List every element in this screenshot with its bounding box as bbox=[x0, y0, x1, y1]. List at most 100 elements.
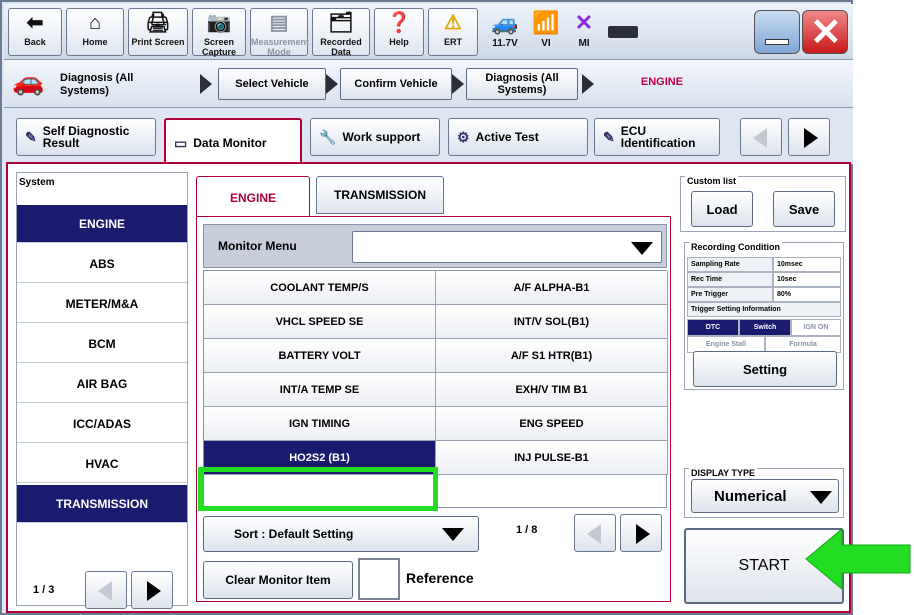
trigger-setting-title: Trigger Setting Information bbox=[687, 302, 841, 317]
item-next-button[interactable] bbox=[620, 514, 662, 552]
breadcrumb-confirm-vehicle[interactable]: Confirm Vehicle bbox=[340, 68, 452, 100]
save-button[interactable]: Save bbox=[773, 191, 835, 227]
work-support-icon: 🔧 bbox=[319, 129, 337, 145]
display-type-group: DISPLAY TYPE Numerical bbox=[684, 468, 844, 518]
mi-status: ✕ MI bbox=[566, 8, 602, 49]
chevron-right-icon bbox=[326, 74, 338, 94]
display-type-dropdown[interactable]: Numerical bbox=[691, 479, 839, 513]
vi-status: 📶 VI bbox=[528, 8, 564, 49]
diagnostic-icon: ✎ bbox=[25, 129, 37, 145]
subtab-transmission[interactable]: TRANSMISSION bbox=[316, 176, 444, 214]
custom-list-title: Custom list bbox=[685, 176, 739, 186]
monitor-item-inta-temp[interactable]: INT/A TEMP SE bbox=[204, 373, 436, 407]
tab-next-button[interactable] bbox=[788, 118, 830, 156]
system-item-engine[interactable]: ENGINE bbox=[17, 205, 187, 243]
sort-dropdown[interactable]: Sort : Default Setting bbox=[203, 516, 479, 552]
tab-data-monitor[interactable]: ▭ Data Monitor bbox=[164, 118, 302, 166]
system-item-icc-adas[interactable]: ICC/ADAS bbox=[17, 405, 187, 443]
screen-capture-button[interactable]: 📷 Screen Capture bbox=[192, 8, 246, 57]
breadcrumb: 🚗 Diagnosis (All Systems) Select Vehicle… bbox=[4, 60, 853, 108]
breadcrumb-current: ENGINE bbox=[640, 76, 684, 88]
arrow-left-icon bbox=[753, 128, 767, 148]
monitor-icon: ▭ bbox=[174, 135, 188, 151]
callout-arrow-icon bbox=[805, 527, 911, 591]
clear-monitor-item-button[interactable]: Clear Monitor Item bbox=[203, 561, 353, 599]
monitor-menu-row: Monitor Menu bbox=[203, 224, 667, 268]
close-icon: ✕ bbox=[810, 12, 842, 54]
subtab-engine[interactable]: ENGINE bbox=[196, 176, 310, 218]
system-item-hvac[interactable]: HVAC bbox=[17, 445, 187, 483]
ert-button[interactable]: ⚠ ERT bbox=[428, 8, 478, 56]
system-item-meter[interactable]: METER/M&A bbox=[17, 285, 187, 323]
trigger-switch: Switch bbox=[739, 319, 791, 336]
home-icon: ⌂ bbox=[88, 12, 102, 34]
help-button[interactable]: ❓ Help bbox=[374, 8, 424, 56]
monitor-menu-label: Monitor Menu bbox=[218, 239, 297, 253]
arrow-left-icon bbox=[98, 581, 112, 601]
breadcrumb-select-vehicle[interactable]: Select Vehicle bbox=[218, 68, 326, 100]
highlight-box bbox=[198, 467, 438, 511]
minimize-icon bbox=[765, 39, 789, 45]
monitor-item-af-alpha[interactable]: A/F ALPHA-B1 bbox=[436, 271, 668, 305]
signal-icon: 📶 bbox=[532, 10, 560, 35]
rec-time-label: Rec Time bbox=[687, 272, 773, 287]
arrow-left-icon bbox=[587, 524, 601, 544]
recording-condition-group: Recording Condition Sampling Rate 10msec… bbox=[684, 242, 844, 390]
measurement-mode-button[interactable]: ▤ Measurement Mode bbox=[250, 8, 309, 57]
recorded-data-icon: 🗂 bbox=[328, 12, 354, 34]
battery-status: 🚙 11.7V bbox=[484, 8, 526, 49]
monitor-menu-dropdown[interactable] bbox=[352, 231, 662, 263]
reference-checkbox[interactable] bbox=[358, 558, 400, 600]
system-page-indicator: 1 / 3 bbox=[33, 584, 55, 596]
minimize-button[interactable] bbox=[754, 10, 800, 54]
recorded-data-button[interactable]: 🗂 Recorded Data bbox=[312, 8, 370, 57]
arrow-right-icon bbox=[804, 128, 818, 148]
system-next-button[interactable] bbox=[131, 571, 173, 609]
reference-label: Reference bbox=[406, 570, 474, 586]
monitor-item-intv-sol[interactable]: INT/V SOL(B1) bbox=[436, 305, 668, 339]
rec-time-value: 10sec bbox=[773, 272, 841, 287]
system-item-transmission[interactable]: TRANSMISSION bbox=[17, 485, 187, 523]
home-button[interactable]: ⌂ Home bbox=[66, 8, 124, 56]
tab-prev-button[interactable] bbox=[740, 118, 782, 156]
monitor-item-coolant-temp[interactable]: COOLANT TEMP/S bbox=[204, 271, 436, 305]
system-item-abs[interactable]: ABS bbox=[17, 245, 187, 283]
close-button[interactable]: ✕ bbox=[802, 10, 848, 54]
monitor-item-ign-timing[interactable]: IGN TIMING bbox=[204, 407, 436, 441]
monitor-item-vhcl-speed[interactable]: VHCL SPEED SE bbox=[204, 305, 436, 339]
chevron-right-icon bbox=[582, 74, 594, 94]
chevron-right-icon bbox=[200, 74, 212, 94]
system-item-bcm[interactable]: BCM bbox=[17, 325, 187, 363]
monitor-item-af-s1-htr[interactable]: A/F S1 HTR(B1) bbox=[436, 339, 668, 373]
help-icon: ❓ bbox=[386, 12, 412, 34]
print-screen-button[interactable]: 🖨 Print Screen bbox=[128, 8, 188, 56]
printer-icon: 🖨 bbox=[145, 12, 171, 34]
disconnected-icon: ✕ bbox=[574, 10, 594, 35]
monitor-item-inj-pulse[interactable]: INJ PULSE-B1 bbox=[436, 441, 668, 475]
breadcrumb-root[interactable]: Diagnosis (All Systems) bbox=[8, 64, 168, 104]
tab-active-test[interactable]: ⚙ Active Test bbox=[448, 118, 588, 156]
monitor-item-battery-volt[interactable]: BATTERY VOLT bbox=[204, 339, 436, 373]
load-button[interactable]: Load bbox=[691, 191, 753, 227]
setting-button[interactable]: Setting bbox=[693, 351, 837, 387]
recording-condition-title: Recording Condition bbox=[689, 242, 782, 252]
tab-work-support[interactable]: 🔧 Work support bbox=[310, 118, 440, 156]
warning-icon: ⚠ bbox=[444, 12, 462, 34]
system-list: System ENGINE ABS METER/M&A BCM AIR BAG … bbox=[16, 172, 188, 609]
system-item-airbag[interactable]: AIR BAG bbox=[17, 365, 187, 403]
chevron-down-icon bbox=[442, 528, 464, 541]
system-prev-button[interactable] bbox=[85, 571, 127, 609]
arrow-right-icon bbox=[636, 524, 650, 544]
item-prev-button[interactable] bbox=[574, 514, 616, 552]
back-button[interactable]: ⬅ Back bbox=[8, 8, 62, 56]
breadcrumb-diagnosis[interactable]: Diagnosis (All Systems) bbox=[466, 68, 578, 100]
tab-self-diagnostic-result[interactable]: ✎ Self Diagnostic Result bbox=[16, 118, 156, 156]
tab-ecu-identification[interactable]: ✎ ECU Identification bbox=[594, 118, 720, 156]
monitor-item-eng-speed[interactable]: ENG SPEED bbox=[436, 407, 668, 441]
function-tabs: ✎ Self Diagnostic Result ▭ Data Monitor … bbox=[4, 108, 853, 166]
arrow-right-icon bbox=[147, 581, 161, 601]
monitor-item-exhv-tim[interactable]: EXH/V TIM B1 bbox=[436, 373, 668, 407]
chevron-down-icon bbox=[631, 242, 653, 255]
sampling-rate-label: Sampling Rate bbox=[687, 257, 773, 272]
display-type-title: DISPLAY TYPE bbox=[689, 468, 758, 478]
